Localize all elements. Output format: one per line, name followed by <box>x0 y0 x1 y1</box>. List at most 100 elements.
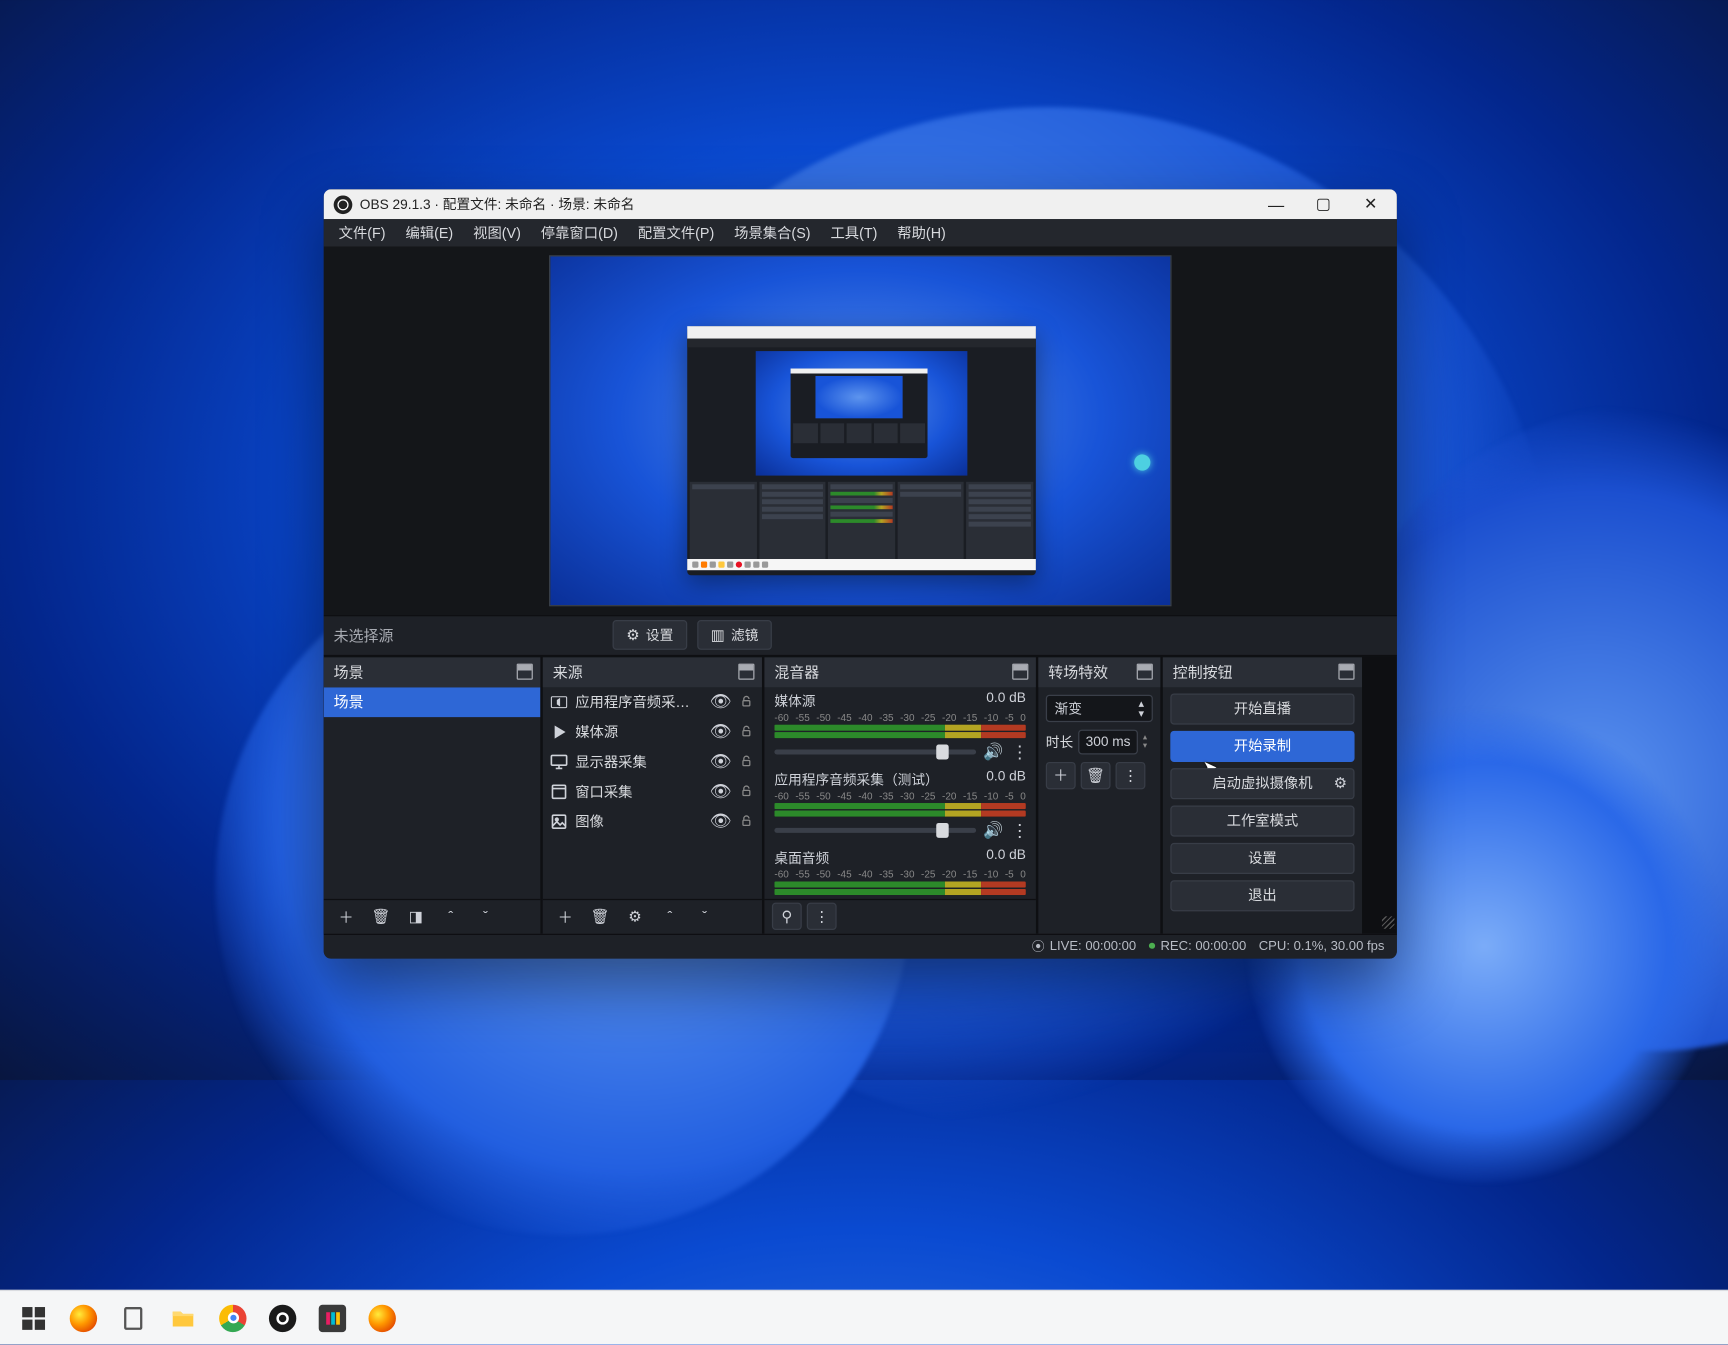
menu-file[interactable]: 文件(F) <box>329 219 396 246</box>
add-source-button[interactable]: ＋ <box>550 903 580 930</box>
move-source-down-button[interactable]: ˇ <box>690 903 720 930</box>
channel-db: 0.0 dB <box>986 691 1026 711</box>
gear-icon[interactable]: ⚙ <box>1334 775 1347 792</box>
source-properties-button[interactable]: ⚙ <box>620 903 650 930</box>
channel-name: 桌面音频 <box>774 848 829 868</box>
menu-help[interactable]: 帮助(H) <box>887 219 955 246</box>
taskbar-start-button[interactable] <box>12 1297 54 1339</box>
source-item[interactable]: 图像 👁 <box>543 807 762 837</box>
channel-menu-button[interactable]: ⋮ <box>1011 820 1026 841</box>
menu-tools[interactable]: 工具(T) <box>820 219 887 246</box>
lock-toggle[interactable] <box>737 785 754 799</box>
source-item[interactable]: 媒体源 👁 <box>543 717 762 747</box>
windows-taskbar[interactable]: ⏷ ⏭ ▭ ⿻ 英 拼 ⚡ 🔈 <box>0 1290 1728 1345</box>
menu-view[interactable]: 视图(V) <box>463 219 531 246</box>
remove-transition-button[interactable]: 🗑 <box>1081 762 1111 789</box>
remove-scene-button[interactable]: 🗑 <box>366 903 396 930</box>
title-bar[interactable]: OBS 29.1.3 · 配置文件: 未命名 · 场景: 未命名 — ▢ ✕ <box>324 189 1397 219</box>
source-item[interactable]: 应用程序音频采集（…👁 <box>543 687 762 717</box>
source-name: 显示器采集 <box>575 752 702 772</box>
popout-icon[interactable] <box>1338 663 1354 679</box>
cortana-icon <box>1134 454 1150 470</box>
start-streaming-button[interactable]: 开始直播 <box>1170 693 1354 724</box>
preview-area[interactable] <box>324 247 1397 616</box>
source-filters-button[interactable]: ▥ 滤镜 <box>697 621 772 651</box>
add-transition-button[interactable]: ＋ <box>1046 762 1076 789</box>
popout-icon[interactable] <box>1012 663 1028 679</box>
taskbar-firefox2-icon[interactable] <box>361 1297 403 1339</box>
visibility-toggle[interactable]: 👁 <box>710 691 730 712</box>
lock-toggle[interactable] <box>737 755 754 769</box>
move-scene-up-button[interactable]: ˆ <box>436 903 466 930</box>
speaker-icon[interactable]: 🔊 <box>983 743 1003 763</box>
channel-name: 媒体源 <box>774 691 815 711</box>
exit-button[interactable]: 退出 <box>1170 880 1354 911</box>
minimize-button[interactable]: — <box>1252 189 1299 219</box>
taskbar-firefox-icon[interactable] <box>62 1297 104 1339</box>
source-name: 图像 <box>575 812 702 832</box>
transition-duration-input[interactable] <box>1078 729 1138 754</box>
mixer-header[interactable]: 混音器 <box>764 657 1035 687</box>
menu-dock[interactable]: 停靠窗口(D) <box>531 219 628 246</box>
source-name: 窗口采集 <box>575 782 702 802</box>
popout-icon[interactable] <box>517 663 533 679</box>
speaker-icon[interactable]: 🔊 <box>983 821 1003 841</box>
transition-select[interactable]: 渐变 ▴▾ <box>1046 695 1153 722</box>
move-scene-down-button[interactable]: ˇ <box>471 903 501 930</box>
remove-source-button[interactable]: 🗑 <box>585 903 615 930</box>
start-recording-button[interactable]: 开始录制 ➤ <box>1170 731 1354 762</box>
close-button[interactable]: ✕ <box>1347 189 1394 219</box>
add-scene-button[interactable]: ＋ <box>331 903 361 930</box>
source-name: 媒体源 <box>575 722 702 742</box>
menu-scene-collection[interactable]: 场景集合(S) <box>724 219 820 246</box>
source-properties-button[interactable]: ⚙ 设置 <box>613 621 687 651</box>
volume-slider[interactable] <box>774 750 975 755</box>
lock-toggle[interactable] <box>737 725 754 739</box>
scenes-header[interactable]: 场景 <box>324 657 541 687</box>
source-item[interactable]: 窗口采集 👁 <box>543 777 762 807</box>
popout-icon[interactable] <box>738 663 754 679</box>
channel-db: 0.0 dB <box>986 848 1026 868</box>
broadcast-icon: ⦿ <box>1032 937 1045 956</box>
menu-bar: 文件(F) 编辑(E) 视图(V) 停靠窗口(D) 配置文件(P) 场景集合(S… <box>324 219 1397 246</box>
settings-button[interactable]: 设置 <box>1170 843 1354 874</box>
visibility-toggle[interactable]: 👁 <box>710 721 730 742</box>
transitions-header[interactable]: 转场特效 <box>1038 657 1160 687</box>
menu-edit[interactable]: 编辑(E) <box>396 219 464 246</box>
duration-spinner[interactable]: ▴▾ <box>1143 733 1147 750</box>
lock-toggle[interactable] <box>737 695 754 709</box>
menu-profile[interactable]: 配置文件(P) <box>628 219 724 246</box>
transition-menu-button[interactable]: ⋮ <box>1116 762 1146 789</box>
controls-header[interactable]: 控制按钮 <box>1163 657 1362 687</box>
scene-filter-button[interactable]: ◨ <box>401 903 431 930</box>
resize-grip[interactable] <box>1382 916 1394 928</box>
gear-icon: ⚙ <box>626 627 639 644</box>
studio-mode-button[interactable]: 工作室模式 <box>1170 805 1354 836</box>
mixer-channel: 媒体源0.0 dB-60-55-50-45-40-35-30-25-20-15-… <box>764 687 1035 765</box>
visibility-toggle[interactable]: 👁 <box>710 781 730 802</box>
taskbar-explorer-icon[interactable] <box>162 1297 204 1339</box>
taskbar-obs-icon[interactable] <box>261 1297 303 1339</box>
monitor-icon <box>550 753 567 770</box>
source-item[interactable]: 显示器采集 👁 <box>543 747 762 777</box>
mixer-menu-button[interactable]: ⋮ <box>807 903 837 930</box>
taskbar-chrome-icon[interactable] <box>212 1297 254 1339</box>
taskbar-app-icon[interactable] <box>311 1297 353 1339</box>
mixer-advanced-button[interactable]: ⚲ <box>772 903 802 930</box>
visibility-toggle[interactable]: 👁 <box>710 751 730 772</box>
lock-toggle[interactable] <box>737 815 754 829</box>
start-virtual-cam-button[interactable]: 启动虚拟摄像机 ⚙ <box>1170 768 1354 799</box>
sources-header[interactable]: 来源 <box>543 657 762 687</box>
channel-menu-button[interactable]: ⋮ <box>1011 742 1026 763</box>
preview-canvas[interactable] <box>549 255 1172 606</box>
taskbar-files-icon[interactable] <box>112 1297 154 1339</box>
maximize-button[interactable]: ▢ <box>1300 189 1347 219</box>
visibility-toggle[interactable]: 👁 <box>710 811 730 832</box>
filters-icon: ▥ <box>711 627 725 644</box>
volume-slider[interactable] <box>774 828 975 833</box>
move-source-up-button[interactable]: ˆ <box>655 903 685 930</box>
no-source-selected-label: 未选择源 <box>334 625 394 646</box>
popout-icon[interactable] <box>1137 663 1153 679</box>
scene-item[interactable]: 场景 <box>324 687 541 717</box>
image-icon <box>550 813 567 830</box>
